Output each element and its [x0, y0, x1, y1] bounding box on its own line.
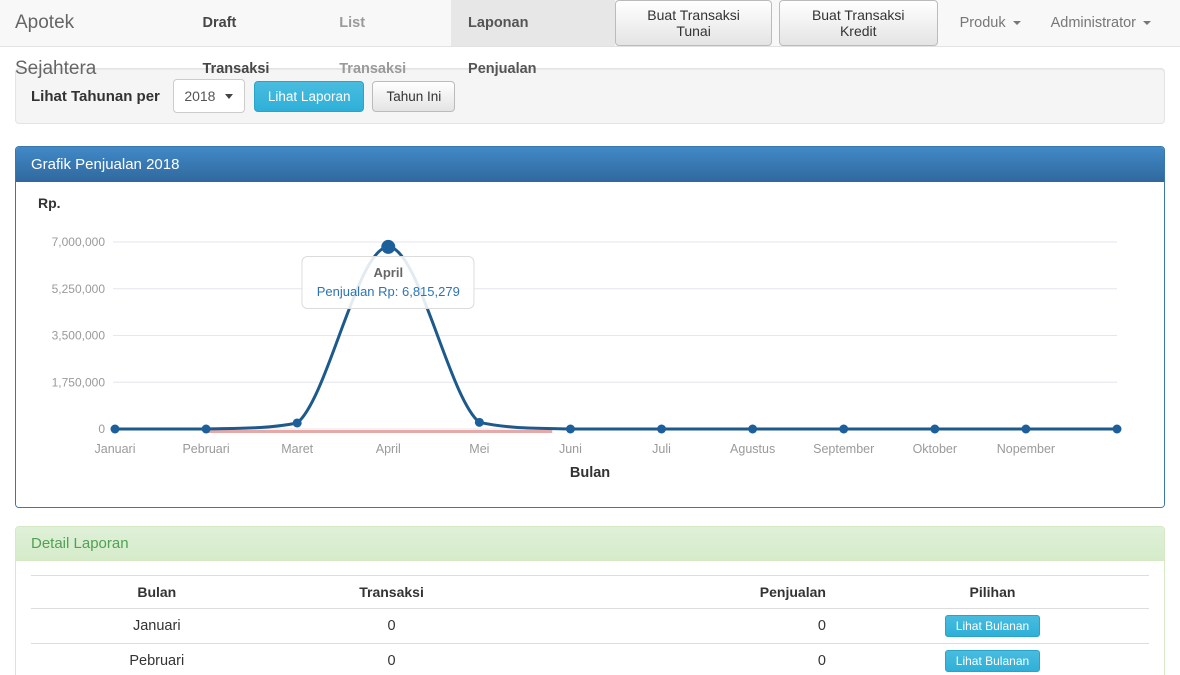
svg-text:5,250,000: 5,250,000	[52, 282, 106, 296]
lihat-bulanan-button[interactable]: Lihat Bulanan	[945, 650, 1040, 672]
produk-dropdown-label: Produk	[960, 15, 1006, 31]
chart-tooltip: April Penjualan Rp: 6,815,279	[302, 256, 475, 309]
lihat-laporan-button[interactable]: Lihat Laporan	[254, 81, 365, 112]
caret-down-icon	[1013, 21, 1021, 25]
table-header-row: Bulan Transaksi Penjualan Pilihan	[31, 576, 1149, 609]
nav-item-list-transaksi[interactable]: List Transaksi	[322, 0, 451, 46]
year-select-value: 2018	[184, 88, 215, 104]
table-row: Januari 0 0 Lihat Bulanan	[31, 609, 1149, 644]
x-axis-title: Bulan	[31, 465, 1149, 481]
navbar-right: Buat Transaksi Tunai Buat Transaksi Kred…	[615, 0, 1180, 46]
svg-text:April: April	[376, 442, 401, 456]
year-select[interactable]: 2018	[173, 79, 245, 113]
cell-penjualan: 0	[501, 609, 836, 644]
chart-panel-body: Rp. 0 1,750,000 3,500,000 5,250,000 7,000,00…	[16, 182, 1164, 507]
filter-label: Lihat Tahunan per	[31, 88, 160, 105]
tooltip-month: April	[317, 265, 460, 280]
buat-transaksi-tunai-button[interactable]: Buat Transaksi Tunai	[615, 0, 772, 46]
svg-text:Oktober: Oktober	[913, 442, 957, 456]
chart-canvas[interactable]: 0 1,750,000 3,500,000 5,250,000 7,000,000 Jan…	[31, 197, 1149, 459]
svg-text:Agustus: Agustus	[730, 442, 775, 456]
tahun-ini-button[interactable]: Tahun Ini	[372, 81, 455, 112]
top-navbar: Apotek Sejahtera Draft Transaksi List Tr…	[0, 0, 1180, 47]
caret-down-icon	[1143, 21, 1151, 25]
monthly-report-table: Bulan Transaksi Penjualan Pilihan Januar…	[31, 575, 1149, 675]
svg-text:Maret: Maret	[281, 442, 313, 456]
cell-bulan: Januari	[31, 609, 283, 644]
produk-dropdown[interactable]: Produk	[945, 15, 1036, 31]
sales-chart-panel: Grafik Penjualan 2018 Rp. 0 1,750,000 3,50…	[15, 146, 1165, 508]
svg-text:0: 0	[98, 422, 105, 436]
main-nav: Draft Transaksi List Transaksi Laponan P…	[186, 0, 616, 46]
header-bulan: Bulan	[31, 576, 283, 609]
svg-text:1,750,000: 1,750,000	[52, 375, 106, 389]
header-transaksi: Transaksi	[283, 576, 501, 609]
lihat-bulanan-button[interactable]: Lihat Bulanan	[945, 615, 1040, 637]
svg-text:Januari: Januari	[95, 442, 136, 456]
detail-report-panel: Detail Laporan Bulan Transaksi Penjualan…	[15, 526, 1165, 675]
svg-text:Nopember: Nopember	[997, 442, 1055, 456]
svg-text:September: September	[813, 442, 874, 456]
detail-panel-body: Bulan Transaksi Penjualan Pilihan Januar…	[16, 561, 1164, 675]
cell-transaksi: 0	[283, 609, 501, 644]
y-axis-title: Rp.	[38, 195, 61, 211]
administrator-dropdown-label: Administrator	[1051, 15, 1136, 31]
cell-penjualan: 0	[501, 644, 836, 675]
nav-item-draft-transaksi[interactable]: Draft Transaksi	[186, 0, 323, 46]
nav-item-laponan-penjualan[interactable]: Laponan Penjualan	[451, 0, 615, 46]
administrator-dropdown[interactable]: Administrator	[1036, 15, 1166, 31]
table-row: Pebruari 0 0 Lihat Bulanan	[31, 644, 1149, 675]
tooltip-value: Penjualan Rp: 6,815,279	[317, 284, 460, 299]
header-penjualan: Penjualan	[501, 576, 836, 609]
caret-down-icon	[225, 94, 233, 99]
buat-transaksi-kredit-button[interactable]: Buat Transaksi Kredit	[779, 0, 938, 46]
header-pilihan: Pilihan	[836, 576, 1149, 609]
svg-text:Mei: Mei	[469, 442, 489, 456]
cell-bulan: Pebruari	[31, 644, 283, 675]
svg-text:Juli: Juli	[652, 442, 671, 456]
cell-transaksi: 0	[283, 644, 501, 675]
app-brand[interactable]: Apotek Sejahtera	[0, 0, 174, 46]
year-filter-bar: Lihat Tahunan per 2018 Lihat Laporan Tah…	[15, 68, 1165, 124]
svg-text:Juni: Juni	[559, 442, 582, 456]
sales-line-chart[interactable]: Rp. 0 1,750,000 3,500,000 5,250,000 7,000,00…	[31, 197, 1149, 459]
svg-text:7,000,000: 7,000,000	[52, 235, 106, 249]
svg-text:3,500,000: 3,500,000	[52, 329, 106, 343]
svg-text:Pebruari: Pebruari	[182, 442, 229, 456]
detail-panel-title: Detail Laporan	[16, 527, 1164, 561]
chart-panel-title: Grafik Penjualan 2018	[16, 147, 1164, 182]
